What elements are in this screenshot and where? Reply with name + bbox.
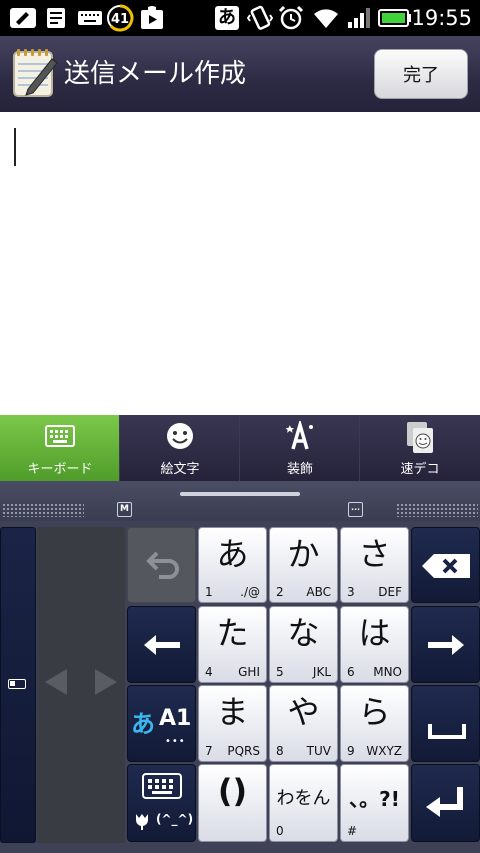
tab-label: キーボード <box>27 462 93 477</box>
key-a[interactable]: あ 1 ./@ <box>198 527 267 603</box>
key-parenthesis[interactable]: () <box>198 764 267 842</box>
mode-dots: ••• <box>165 736 186 747</box>
decoration-icon <box>285 418 315 451</box>
enter-key[interactable] <box>411 764 480 842</box>
signal-icon <box>346 5 372 31</box>
dot-pattern <box>2 503 84 517</box>
more-badge[interactable]: ··· <box>348 502 363 517</box>
undo-icon <box>145 549 181 585</box>
title-bar: 送信メール作成 完了 <box>0 36 480 112</box>
text-cursor <box>14 128 16 166</box>
key-ka[interactable]: か 2 ABC <box>269 527 338 603</box>
kana-mode-label: あ <box>131 710 155 738</box>
battery-circle-icon: 41 <box>106 4 134 32</box>
smiley-icon <box>165 421 195 451</box>
cursor-left-icon[interactable] <box>43 667 69 701</box>
battery-icon <box>378 5 412 31</box>
cursor-trackpad[interactable] <box>37 527 125 843</box>
memo-icon <box>44 5 68 31</box>
keyboard-handle[interactable]: M ··· <box>0 481 480 521</box>
key-ra[interactable]: ら 9 WXYZ <box>340 685 409 762</box>
keyboard-icon <box>76 5 104 31</box>
drag-grip[interactable] <box>180 492 300 496</box>
cursor-right-icon[interactable] <box>93 667 119 701</box>
tab-label: 装飾 <box>286 462 313 477</box>
key-ya[interactable]: や 8 TUV <box>269 685 338 762</box>
tab-keyboard[interactable]: キーボード <box>0 415 120 481</box>
play-store-icon <box>140 5 164 31</box>
tab-emoji[interactable]: 絵文字 <box>120 415 240 481</box>
panel-icon <box>8 679 26 689</box>
key-ma[interactable]: ま 7 PQRS <box>198 685 267 762</box>
emoticon-label: (^_^) <box>156 812 194 826</box>
key-punctuation[interactable]: 、。?! # <box>340 764 409 842</box>
keyboard-icon <box>45 421 75 451</box>
tab-label: 絵文字 <box>160 462 200 477</box>
clock: 19:55 <box>411 6 472 30</box>
quick-deco-icon <box>405 421 435 453</box>
tab-quick-deco[interactable]: 速デコ <box>360 415 480 481</box>
compose-mail-icon <box>12 49 58 99</box>
backspace-key[interactable] <box>411 527 480 603</box>
wifi-icon <box>311 5 341 31</box>
svg-text:41: 41 <box>111 12 129 27</box>
tab-decoration[interactable]: 装飾 <box>240 415 360 481</box>
tulip-icon <box>132 811 152 835</box>
backspace-icon <box>420 552 472 584</box>
key-wa[interactable]: わをん 0 <box>269 764 338 842</box>
key-sa[interactable]: さ 3 DEF <box>340 527 409 603</box>
ime-icon: あ <box>214 5 240 31</box>
status-bar: 41 あ 19:55 <box>0 0 480 36</box>
keyboard: M ··· あ A1 ••• (^_^) あ 1 ./@ か 2 ABC さ 3… <box>0 481 480 853</box>
keyboard-icon <box>142 773 182 803</box>
arrow-left-icon <box>142 633 182 661</box>
mail-body-input[interactable] <box>0 112 480 415</box>
enter-icon <box>424 785 468 827</box>
page-title: 送信メール作成 <box>64 59 247 89</box>
space-icon <box>428 722 466 744</box>
cursor-left-key[interactable] <box>127 606 196 683</box>
emoji-symbol-key[interactable]: (^_^) <box>127 764 196 842</box>
input-mode-key[interactable]: あ A1 ••• <box>127 685 196 762</box>
arrow-right-icon <box>426 633 466 661</box>
key-ha[interactable]: は 6 MNO <box>340 606 409 683</box>
alarm-icon <box>278 5 304 31</box>
vibrate-icon <box>246 5 274 31</box>
alpha-mode-label: A1 <box>159 706 192 731</box>
key-ta[interactable]: た 4 GHI <box>198 606 267 683</box>
dot-pattern <box>396 503 478 517</box>
key-na[interactable]: な 5 JKL <box>269 606 338 683</box>
tab-label: 速デコ <box>400 462 440 477</box>
cursor-right-key[interactable] <box>411 606 480 683</box>
mode-badge[interactable]: M <box>117 502 132 517</box>
done-button[interactable]: 完了 <box>374 49 468 99</box>
edit-note-icon <box>8 5 38 31</box>
undo-key[interactable] <box>127 527 196 603</box>
input-tool-tabs: キーボード 絵文字 装飾 速デコ <box>0 415 480 481</box>
space-key[interactable] <box>411 685 480 762</box>
left-panel-toggle[interactable] <box>0 527 36 843</box>
